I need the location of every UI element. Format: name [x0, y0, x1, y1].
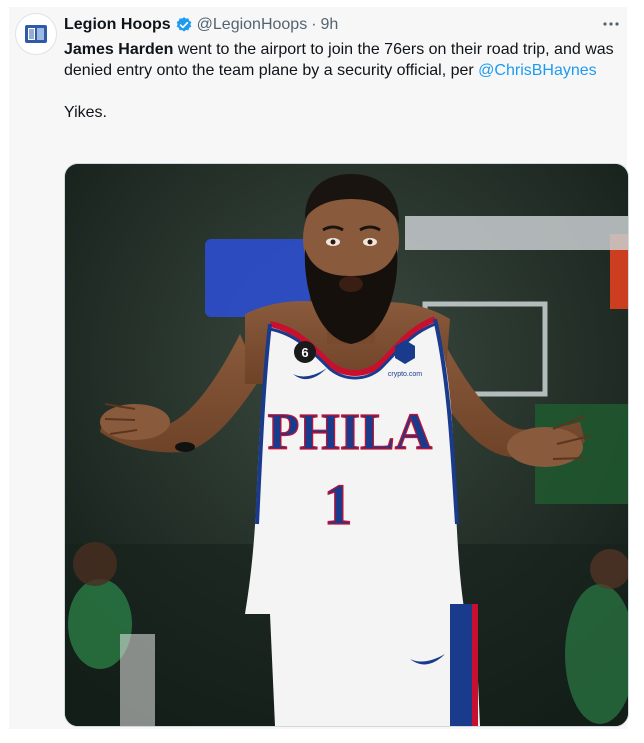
- mention-link[interactable]: @ChrisBHaynes: [478, 62, 597, 79]
- author-name[interactable]: Legion Hoops: [64, 15, 171, 35]
- jersey-patch-number: 6: [301, 345, 308, 360]
- header-separator: ·: [311, 16, 317, 33]
- verified-badge-icon: [175, 16, 193, 34]
- tweet-timestamp[interactable]: 9h: [321, 15, 339, 35]
- tweet-header: Legion Hoops @LegionHoops · 9h: [64, 15, 338, 35]
- tweet-bold-name: James Harden: [64, 41, 174, 58]
- tweet-body: James Harden went to the airport to join…: [64, 39, 620, 81]
- tweet-photo[interactable]: 6 crypto.com PHILA 1: [64, 163, 629, 727]
- jersey-sponsor-text: crypto.com: [388, 371, 422, 378]
- tweet-closing-text: Yikes.: [64, 104, 107, 121]
- tweet-card[interactable]: Legion Hoops @LegionHoops · 9h James Har…: [9, 7, 629, 729]
- more-horizontal-icon[interactable]: [601, 15, 621, 33]
- tweet-text: James Harden went to the airport to join…: [64, 39, 620, 123]
- author-handle[interactable]: @LegionHoops: [197, 15, 308, 35]
- jersey-number: 1: [324, 472, 353, 537]
- jersey-wordmark: PHILA: [268, 404, 433, 461]
- author-avatar[interactable]: [15, 13, 57, 55]
